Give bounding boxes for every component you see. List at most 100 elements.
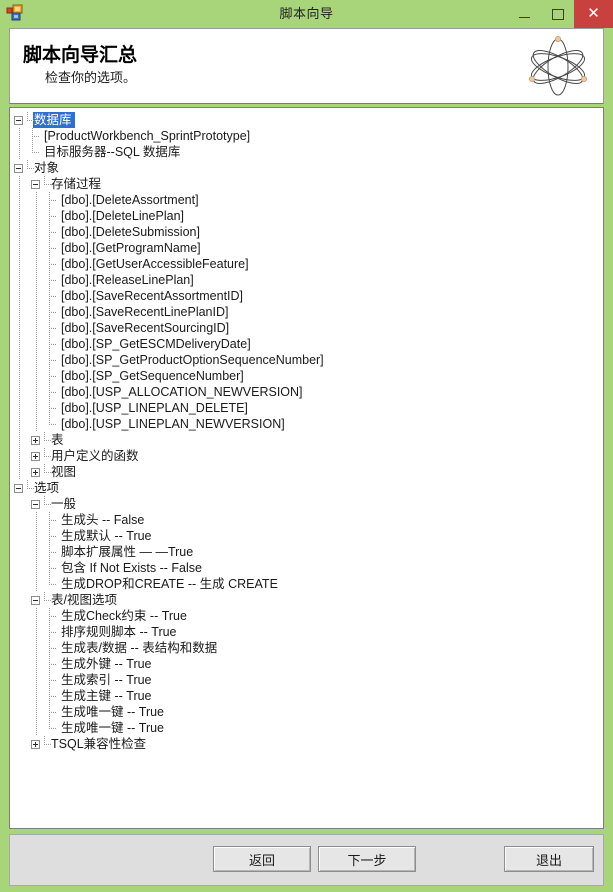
tree-node[interactable]: 排序规则脚本 -- True <box>14 624 603 640</box>
tree-node[interactable]: [dbo].[DeleteAssortment] <box>14 192 603 208</box>
summary-tree: 数据库 [ProductWorkbench_SprintPrototype] 目标服… <box>10 108 603 752</box>
tree-node[interactable]: [dbo].[GetProgramName] <box>14 240 603 256</box>
tree-node-label: [dbo].[SP_GetProductOptionSequenceNumber… <box>61 353 324 367</box>
tree-node[interactable]: TSQL兼容性检查 <box>14 736 603 752</box>
expand-icon[interactable] <box>31 451 40 461</box>
tree-node[interactable]: 一般 <box>14 496 603 512</box>
tree-node[interactable]: [dbo].[SP_GetESCMDeliveryDate] <box>14 336 603 352</box>
expand-icon[interactable] <box>31 467 40 477</box>
tree-node[interactable]: [dbo].[DeleteLinePlan] <box>14 208 603 224</box>
collapse-icon[interactable] <box>31 595 40 605</box>
tree-node-label: 用户定义的函数 <box>51 449 139 463</box>
tree-node-label: 存储过程 <box>51 177 102 191</box>
tree-guide-line <box>31 608 48 624</box>
tree-guide-line <box>14 384 31 400</box>
tree-node[interactable]: 选项 <box>14 480 603 496</box>
tree-guide-line <box>14 432 31 448</box>
tree-node[interactable]: [dbo].[USP_LINEPLAN_NEWVERSION] <box>14 416 603 432</box>
tree-node[interactable]: [dbo].[SaveRecentSourcingID] <box>14 320 603 336</box>
tree-guide-line <box>31 288 48 304</box>
tree-node[interactable]: 生成索引 -- True <box>14 672 603 688</box>
minimize-button[interactable] <box>508 0 541 28</box>
maximize-icon <box>551 8 564 20</box>
tree-node[interactable]: 数据库 <box>14 112 603 128</box>
tree-node[interactable]: 视图 <box>14 464 603 480</box>
tree-guide-line <box>31 576 48 592</box>
back-button[interactable]: 返回 <box>213 846 311 872</box>
tree-guide-line <box>31 320 48 336</box>
tree-node[interactable]: [dbo].[USP_LINEPLAN_DELETE] <box>14 400 603 416</box>
tree-node[interactable]: [dbo].[USP_ALLOCATION_NEWVERSION] <box>14 384 603 400</box>
tree-node[interactable]: 表 <box>14 432 603 448</box>
tree-node-label: [dbo].[USP_LINEPLAN_NEWVERSION] <box>61 417 285 431</box>
atom-icon <box>523 33 593 101</box>
collapse-icon[interactable] <box>14 163 23 173</box>
tree-guide-line <box>31 240 48 256</box>
tree-node[interactable]: 生成唯一键 -- True <box>14 704 603 720</box>
tree-guide-line <box>31 512 48 528</box>
tree-node-label: 生成外键 -- True <box>61 657 152 671</box>
tree-guide-line <box>31 304 48 320</box>
header-panel: 脚本向导汇总 检查你的选项。 <box>9 28 604 104</box>
tree-node-label: 视图 <box>51 465 77 479</box>
close-button[interactable]: ✕ <box>574 0 613 28</box>
tree-guide-line <box>14 576 31 592</box>
collapse-icon[interactable] <box>31 499 40 509</box>
tree-node-label: 生成头 -- False <box>61 513 145 527</box>
tree-guide-line <box>14 592 31 608</box>
tree-guide-line <box>14 528 31 544</box>
tree-guide-line <box>14 272 31 288</box>
tree-guide-line <box>31 400 48 416</box>
footer-bar: 返回 下一步 退出 <box>9 834 604 886</box>
tree-node[interactable]: [dbo].[GetUserAccessibleFeature] <box>14 256 603 272</box>
tree-node[interactable]: 目标服务器--SQL 数据库 <box>14 144 603 160</box>
tree-node-label: 一般 <box>51 497 77 511</box>
tree-node[interactable]: 存储过程 <box>14 176 603 192</box>
tree-node-label: [dbo].[DeleteAssortment] <box>61 193 199 207</box>
tree-node[interactable]: 生成主键 -- True <box>14 688 603 704</box>
tree-node[interactable]: 表/视图选项 <box>14 592 603 608</box>
tree-node[interactable]: 生成Check约束 -- True <box>14 608 603 624</box>
tree-node[interactable]: 对象 <box>14 160 603 176</box>
tree-node[interactable]: 生成默认 -- True <box>14 528 603 544</box>
tree-guide-line <box>14 256 31 272</box>
collapse-icon[interactable] <box>14 483 23 493</box>
summary-tree-panel[interactable]: 数据库 [ProductWorkbench_SprintPrototype] 目标服… <box>9 107 604 829</box>
tree-node[interactable]: 生成唯一键 -- True <box>14 720 603 736</box>
next-button[interactable]: 下一步 <box>318 846 416 872</box>
expand-icon[interactable] <box>31 435 40 445</box>
tree-guide-line <box>31 528 48 544</box>
tree-guide-line <box>14 656 31 672</box>
tree-node[interactable]: [ProductWorkbench_SprintPrototype] <box>14 128 603 144</box>
tree-guide-line <box>14 176 31 192</box>
tree-node[interactable]: [dbo].[SaveRecentAssortmentID] <box>14 288 603 304</box>
tree-node[interactable]: [dbo].[ReleaseLinePlan] <box>14 272 603 288</box>
tree-connector-icon <box>26 112 35 128</box>
tree-connector-icon <box>48 320 59 336</box>
tree-node[interactable]: 生成表/数据 -- 表结构和数据 <box>14 640 603 656</box>
collapse-icon[interactable] <box>14 115 23 125</box>
tree-node-label: 目标服务器--SQL 数据库 <box>44 145 181 159</box>
tree-guide-line <box>14 624 31 640</box>
tree-guide-line <box>31 544 48 560</box>
tree-connector-icon <box>48 416 59 432</box>
tree-node[interactable]: [dbo].[DeleteSubmission] <box>14 224 603 240</box>
tree-node[interactable]: 脚本扩展属性 — —True <box>14 544 603 560</box>
tree-node[interactable]: 包含 If Not Exists -- False <box>14 560 603 576</box>
tree-node[interactable]: 生成头 -- False <box>14 512 603 528</box>
tree-connector-icon <box>48 704 59 720</box>
tree-guide-line <box>31 224 48 240</box>
tree-node[interactable]: 生成DROP和CREATE -- 生成 CREATE <box>14 576 603 592</box>
tree-node-label: [dbo].[GetProgramName] <box>61 241 201 255</box>
tree-node[interactable]: 生成外键 -- True <box>14 656 603 672</box>
tree-node[interactable]: [dbo].[SP_GetProductOptionSequenceNumber… <box>14 352 603 368</box>
tree-connector-icon <box>48 672 59 688</box>
expand-icon[interactable] <box>31 739 40 749</box>
collapse-icon[interactable] <box>31 179 40 189</box>
maximize-button[interactable] <box>541 0 574 28</box>
tree-node[interactable]: [dbo].[SaveRecentLinePlanID] <box>14 304 603 320</box>
tree-node[interactable]: 用户定义的函数 <box>14 448 603 464</box>
tree-node-label: 生成主键 -- True <box>61 689 152 703</box>
exit-button[interactable]: 退出 <box>504 846 594 872</box>
tree-node[interactable]: [dbo].[SP_GetSequenceNumber] <box>14 368 603 384</box>
